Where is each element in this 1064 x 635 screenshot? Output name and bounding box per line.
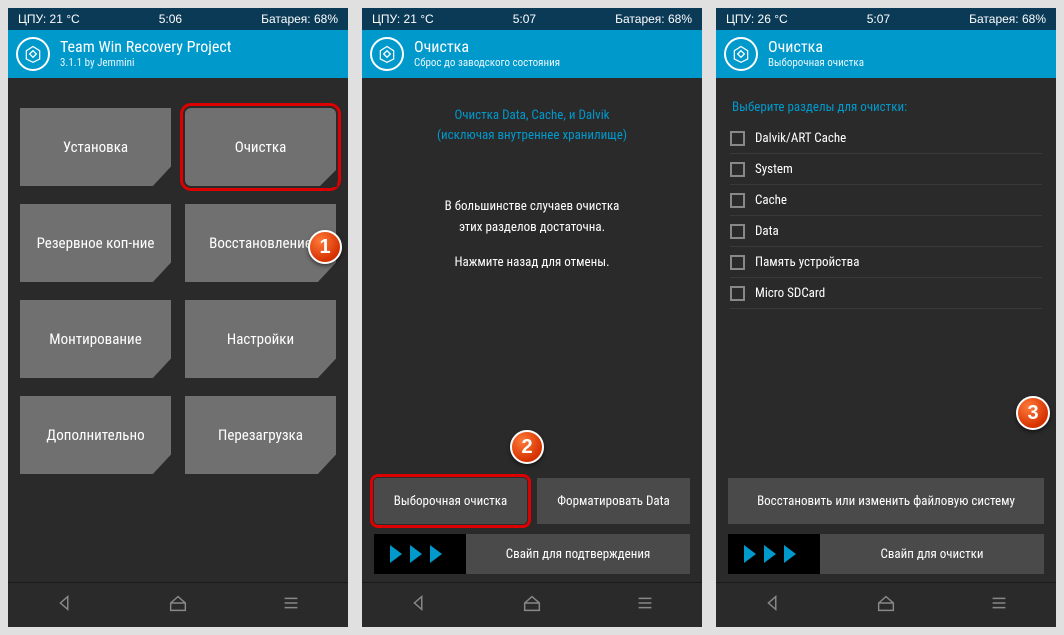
info-line: Очистка Data, Cache, и Dalvik	[378, 106, 686, 126]
status-time: 5:06	[159, 12, 182, 26]
menu-icon[interactable]	[280, 592, 302, 618]
swipe-confirm[interactable]: Свайп для подтверждения	[374, 534, 690, 574]
header-title: Очистка	[414, 38, 560, 56]
back-icon[interactable]	[54, 592, 76, 618]
info-line: Нажмите назад для отмены.	[388, 253, 676, 274]
nav-bar	[716, 582, 1056, 627]
screen-main: ЦПУ: 21 °C 5:06 Батарея: 68% Team Win Re…	[8, 8, 348, 627]
screen-advanced-wipe: ЦПУ: 26 °C 5:07 Батарея: 68% Очистка Выб…	[716, 8, 1056, 627]
tile-install[interactable]: Установка	[20, 108, 171, 186]
header-title: Очистка	[768, 38, 864, 56]
info-line: (исключая внутреннее хранилище)	[378, 126, 686, 146]
header-subtitle: Выборочная очистка	[768, 57, 864, 70]
status-battery: Батарея: 68%	[969, 12, 1046, 26]
twrp-logo-icon	[16, 37, 50, 71]
home-icon[interactable]	[167, 592, 189, 618]
header-title: Team Win Recovery Project	[60, 38, 231, 56]
annotation-badge-2: 2	[510, 430, 544, 464]
tile-settings[interactable]: Настройки	[185, 300, 336, 378]
tile-reboot[interactable]: Перезагрузка	[185, 396, 336, 474]
partition-internal[interactable]: Память устройства	[730, 247, 1042, 278]
status-battery: Батарея: 68%	[615, 12, 692, 26]
status-battery: Батарея: 68%	[261, 12, 338, 26]
advanced-wipe-button[interactable]: Выборочная очистка	[374, 478, 527, 524]
partition-data[interactable]: Data	[730, 216, 1042, 247]
partition-system[interactable]: System	[730, 154, 1042, 185]
tile-backup[interactable]: Резервное коп-ние	[20, 204, 171, 282]
header-subtitle: 3.1.1 by Jemmini	[60, 57, 231, 70]
checkbox-icon[interactable]	[730, 286, 745, 301]
tile-advanced[interactable]: Дополнительно	[20, 396, 171, 474]
status-time: 5:07	[513, 12, 536, 26]
status-bar: ЦПУ: 26 °C 5:07 Батарея: 68%	[716, 8, 1056, 30]
partition-dalvik[interactable]: Dalvik/ART Cache	[730, 123, 1042, 154]
swipe-wipe[interactable]: Свайп для очистки	[728, 534, 1044, 574]
partition-sdcard[interactable]: Micro SDCard	[730, 278, 1042, 309]
app-header: Team Win Recovery Project 3.1.1 by Jemmi…	[8, 30, 348, 78]
info-line: В большинстве случаев очистка	[388, 197, 676, 218]
status-cpu: ЦПУ: 21 °C	[18, 12, 80, 26]
checkbox-icon[interactable]	[730, 193, 745, 208]
info-line: этих разделов достаточна.	[388, 218, 676, 239]
swipe-label: Свайп для очистки	[820, 547, 1044, 562]
partition-cache[interactable]: Cache	[730, 185, 1042, 216]
checkbox-icon[interactable]	[730, 162, 745, 177]
tile-wipe[interactable]: Очистка	[185, 108, 336, 186]
status-cpu: ЦПУ: 21 °C	[372, 12, 434, 26]
app-header: Очистка Сброс до заводского состояния	[362, 30, 702, 78]
nav-bar	[362, 582, 702, 627]
status-bar: ЦПУ: 21 °C 5:07 Батарея: 68%	[362, 8, 702, 30]
format-data-button[interactable]: Форматировать Data	[537, 478, 690, 524]
swipe-handle-icon[interactable]	[374, 534, 466, 574]
menu-icon[interactable]	[988, 592, 1010, 618]
repair-filesystem-button[interactable]: Восстановить или изменить файловую систе…	[728, 478, 1044, 524]
twrp-logo-icon	[370, 37, 404, 71]
tile-mount[interactable]: Монтирование	[20, 300, 171, 378]
checkbox-icon[interactable]	[730, 255, 745, 270]
app-header: Очистка Выборочная очистка	[716, 30, 1056, 78]
swipe-label: Свайп для подтверждения	[466, 547, 690, 562]
status-cpu: ЦПУ: 26 °C	[726, 12, 788, 26]
back-icon[interactable]	[408, 592, 430, 618]
swipe-handle-icon[interactable]	[728, 534, 820, 574]
checkbox-icon[interactable]	[730, 224, 745, 239]
status-bar: ЦПУ: 21 °C 5:06 Батарея: 68%	[8, 8, 348, 30]
back-icon[interactable]	[762, 592, 784, 618]
section-title: Выберите разделы для очистки:	[722, 86, 1050, 123]
header-subtitle: Сброс до заводского состояния	[414, 57, 560, 70]
annotation-badge-3: 3	[1016, 396, 1050, 430]
status-time: 5:07	[867, 12, 890, 26]
home-icon[interactable]	[875, 592, 897, 618]
menu-icon[interactable]	[634, 592, 656, 618]
checkbox-icon[interactable]	[730, 131, 745, 146]
twrp-logo-icon	[724, 37, 758, 71]
home-icon[interactable]	[521, 592, 543, 618]
screen-wipe: ЦПУ: 21 °C 5:07 Батарея: 68% Очистка Сбр…	[362, 8, 702, 627]
annotation-badge-1: 1	[308, 230, 342, 264]
nav-bar	[8, 582, 348, 627]
